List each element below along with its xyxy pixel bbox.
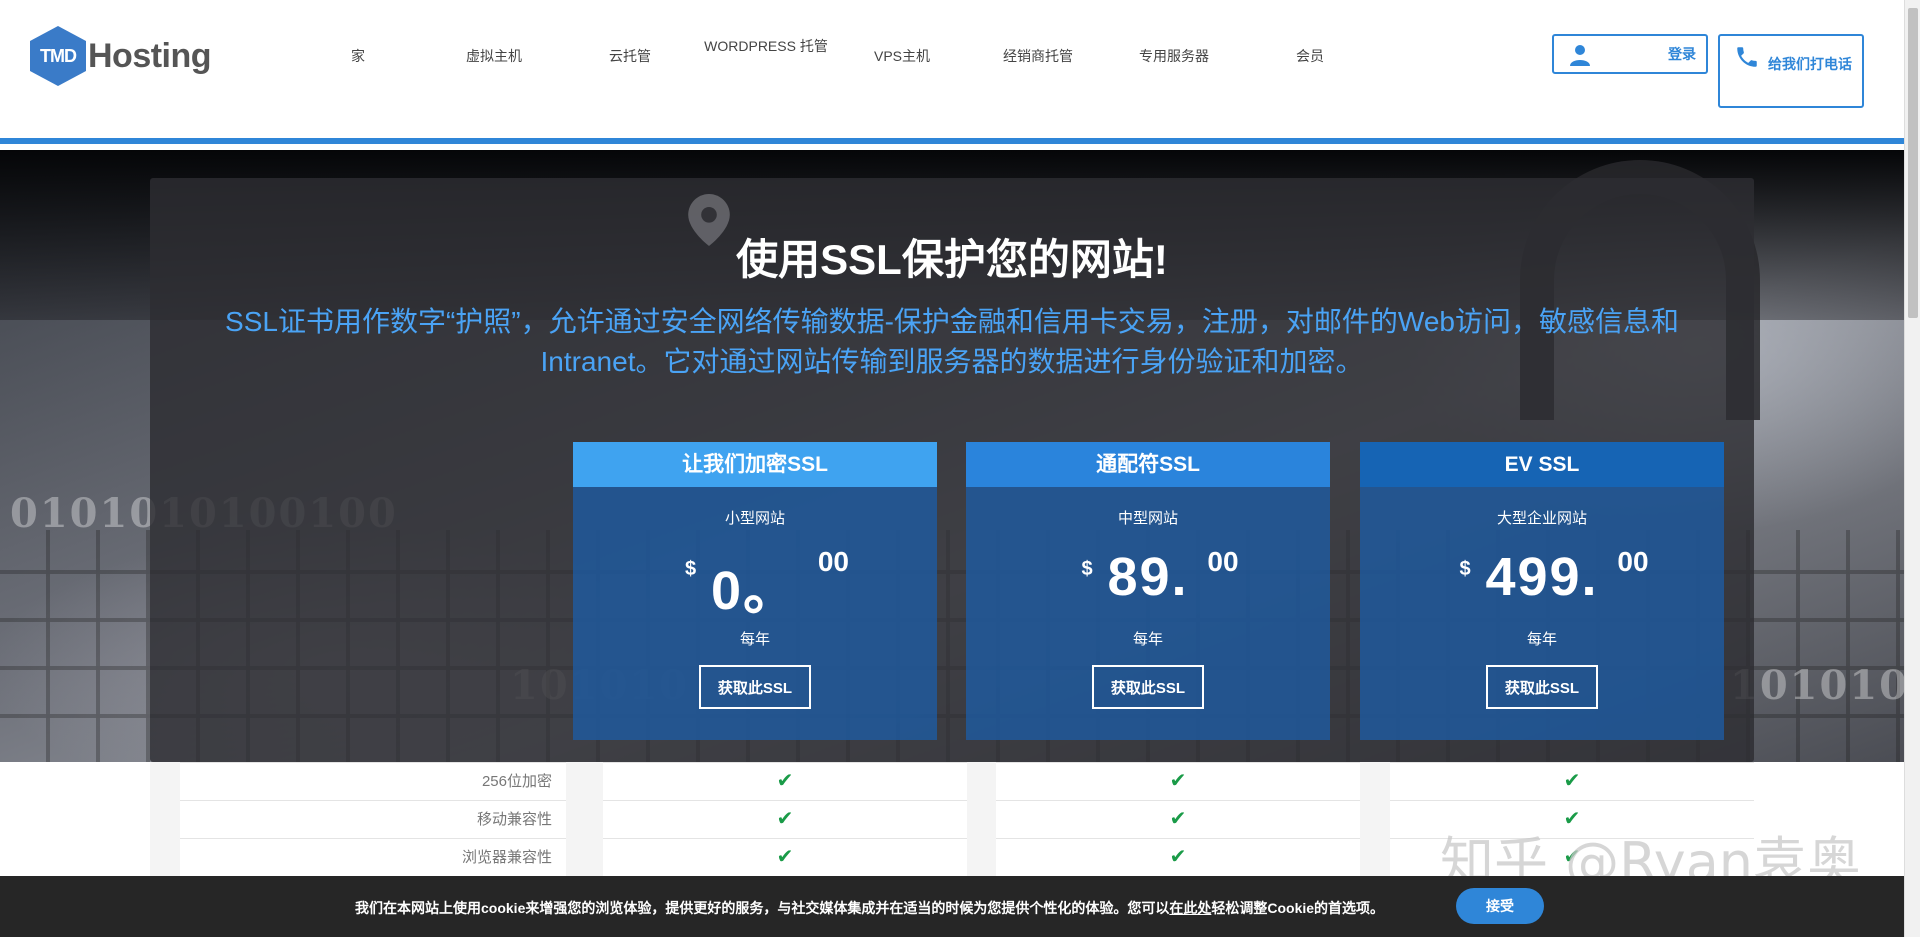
site-logo[interactable]: TMD Hosting bbox=[30, 26, 212, 86]
plan-period: 每年 bbox=[1132, 631, 1163, 648]
check-icon: ✔ bbox=[1169, 808, 1187, 830]
nav-item-home[interactable]: 家 bbox=[290, 36, 426, 65]
plan-name: 通配符SSL bbox=[966, 442, 1330, 487]
check-icon: ✔ bbox=[1169, 770, 1187, 792]
check-icon: ✔ bbox=[776, 808, 794, 830]
accept-cookies-button[interactable]: 接受 bbox=[1456, 888, 1544, 924]
user-icon bbox=[1570, 45, 1590, 66]
login-button[interactable]: 登录 bbox=[1552, 34, 1708, 74]
plan-name: 让我们加密SSL bbox=[573, 442, 937, 487]
nav-item-shared-hosting[interactable]: 虚拟主机 bbox=[426, 36, 562, 65]
feature-cell: ✔ bbox=[603, 800, 967, 838]
feature-label: 256位加密 bbox=[180, 762, 566, 800]
cookie-text-before: 我们在本网站上使用cookie来增强您的浏览体验，提供更好的服务，与社交媒体集成… bbox=[355, 900, 1170, 916]
get-ssl-button[interactable]: 获取此SSL bbox=[1486, 665, 1598, 709]
site-header: TMD Hosting 家 虚拟主机 云托管 WORDPRESS 托管 VPS主… bbox=[0, 0, 1904, 144]
scrollbar-thumb[interactable] bbox=[1908, 8, 1918, 318]
feature-cell: ✔ bbox=[996, 800, 1360, 838]
main-nav: 家 虚拟主机 云托管 WORDPRESS 托管 VPS主机 经销商托管 专用服务… bbox=[290, 36, 1378, 65]
plan-price: $ 499. 00 bbox=[1360, 546, 1724, 618]
check-icon: ✔ bbox=[776, 846, 794, 868]
nav-item-cloud-hosting[interactable]: 云托管 bbox=[562, 36, 698, 65]
plan-subtitle: 中型网站 bbox=[1117, 510, 1178, 527]
login-label: 登录 bbox=[1668, 46, 1696, 62]
price-currency: $ bbox=[1081, 558, 1093, 580]
logo-badge: TMD bbox=[30, 26, 86, 86]
price-amount: 89. bbox=[1107, 547, 1189, 607]
table-row: 256位加密 ✔ ✔ ✔ bbox=[180, 762, 1754, 800]
price-cents: 00 bbox=[1617, 546, 1649, 577]
call-us-label: 给我们打电话 bbox=[1768, 56, 1852, 72]
logo-wordmark: Hosting bbox=[88, 36, 212, 75]
page-scrollbar[interactable] bbox=[1904, 0, 1920, 937]
page-title: 使用SSL保护您的网站! bbox=[736, 236, 1168, 283]
binary-text: 1010101 bbox=[1730, 662, 1904, 709]
hero-description: SSL证书用作数字“护照”，允许通过安全网络传输数据-保护金融和信用卡交易，注册… bbox=[225, 306, 1679, 377]
plan-period: 每年 bbox=[1526, 631, 1557, 648]
plan-subtitle: 小型网站 bbox=[724, 510, 785, 527]
plan-subtitle: 大型企业网站 bbox=[1496, 510, 1587, 527]
price-cents: 00 bbox=[817, 546, 850, 577]
nav-item-vps[interactable]: VPS主机 bbox=[834, 36, 970, 65]
cookie-settings-link[interactable]: 在此处 bbox=[1169, 900, 1211, 916]
feature-cell: ✔ bbox=[1390, 762, 1754, 800]
feature-label: 浏览器兼容性 bbox=[180, 838, 566, 876]
feature-cell: ✔ bbox=[996, 838, 1360, 876]
nav-item-dedicated[interactable]: 专用服务器 bbox=[1106, 36, 1242, 65]
cookie-message: 我们在本网站上使用cookie来增强您的浏览体验，提供更好的服务，与社交媒体集成… bbox=[355, 898, 1384, 918]
cookie-banner: 我们在本网站上使用cookie来增强您的浏览体验，提供更好的服务，与社交媒体集成… bbox=[0, 876, 1904, 937]
phone-icon bbox=[1737, 47, 1757, 67]
nav-item-reseller[interactable]: 经销商托管 bbox=[970, 36, 1106, 65]
price-amount: 499. bbox=[1485, 547, 1599, 607]
price-currency: $ bbox=[1459, 558, 1471, 580]
price-currency: $ bbox=[684, 558, 697, 580]
feature-cell: ✔ bbox=[603, 762, 967, 800]
feature-label: 移动兼容性 bbox=[180, 800, 566, 838]
price-amount: 0。 bbox=[710, 561, 800, 621]
plan-card-lets-encrypt: 让我们加密SSL 小型网站 $ 0。 00 每年 获取此SSL bbox=[573, 442, 937, 740]
feature-cell: ✔ bbox=[996, 762, 1360, 800]
plan-period: 每年 bbox=[739, 631, 770, 648]
plan-card-ev: EV SSL 大型企业网站 $ 499. 00 每年 获取此SSL bbox=[1360, 442, 1724, 740]
check-icon: ✔ bbox=[1169, 846, 1187, 868]
plan-price: $ 89. 00 bbox=[966, 546, 1330, 618]
get-ssl-button[interactable]: 获取此SSL bbox=[699, 665, 811, 709]
call-us-button[interactable]: 给我们打电话 bbox=[1718, 34, 1864, 108]
nav-item-wordpress-hosting[interactable]: WORDPRESS 托管 bbox=[698, 36, 834, 65]
plan-price: $ 0。 00 bbox=[573, 546, 937, 621]
check-icon: ✔ bbox=[1563, 770, 1581, 792]
plan-card-wildcard: 通配符SSL 中型网站 $ 89. 00 每年 获取此SSL bbox=[966, 442, 1330, 740]
get-ssl-button[interactable]: 获取此SSL bbox=[1092, 665, 1204, 709]
cookie-text-after: 轻松调整Cookie的首选项。 bbox=[1211, 900, 1385, 916]
check-icon: ✔ bbox=[776, 770, 794, 792]
price-cents: 00 bbox=[1207, 546, 1239, 577]
nav-item-members[interactable]: 会员 bbox=[1242, 36, 1378, 65]
feature-cell: ✔ bbox=[603, 838, 967, 876]
plan-name: EV SSL bbox=[1360, 442, 1724, 487]
